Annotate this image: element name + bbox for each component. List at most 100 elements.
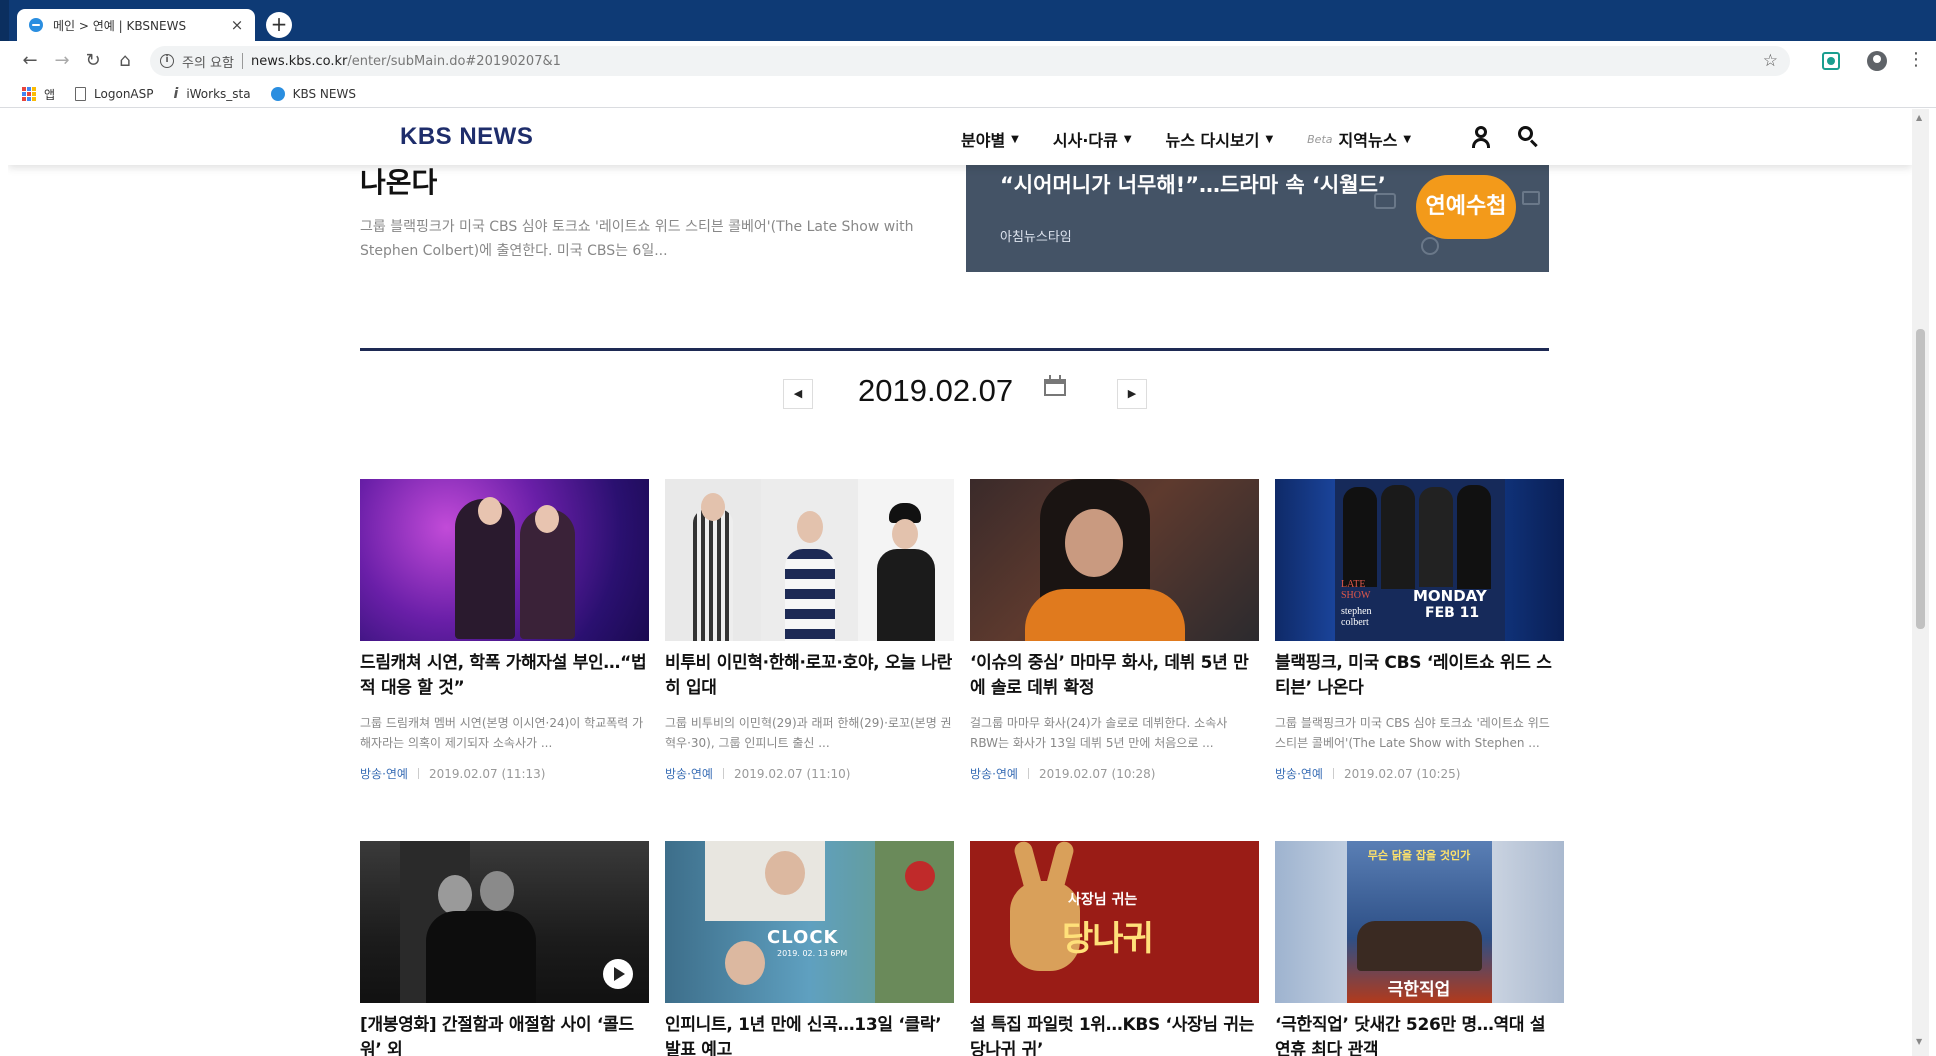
- beta-badge: Beta: [1307, 132, 1333, 146]
- article-thumbnail[interactable]: CLOCK 2019. 02. 13 6PM: [665, 841, 954, 1003]
- date-navigator: ◀ 2019.02.07 ▶: [8, 373, 1912, 439]
- window-edge: [0, 0, 9, 41]
- tab-close-icon[interactable]: ×: [229, 16, 245, 34]
- article-title[interactable]: 비투비 이민혁·한해·로꼬·호야, 오늘 나란히 입대: [665, 651, 954, 701]
- article-thumbnail[interactable]: [665, 479, 954, 641]
- date-text: FEB 11: [1425, 605, 1480, 621]
- article-meta: 방송·연예 2019.02.07 (10:28): [970, 765, 1259, 782]
- user-icon[interactable]: [1471, 126, 1491, 148]
- new-tab-button[interactable]: +: [266, 12, 292, 38]
- scroll-down-icon[interactable]: ▼: [1916, 1037, 1922, 1046]
- clock-date-text: 2019. 02. 13 6PM: [777, 949, 848, 958]
- bookmark-logonasp[interactable]: LogonASP: [75, 87, 154, 101]
- article-time: 2019.02.07 (10:25): [1343, 766, 1461, 781]
- banner-subtitle: 아침뉴스타임: [1000, 230, 1072, 245]
- article-category[interactable]: 방송·연예: [970, 765, 1018, 782]
- site-logo[interactable]: KBS NEWS: [400, 123, 533, 151]
- article-meta: 방송·연예 2019.02.07 (10:25): [1275, 765, 1564, 782]
- meta-divider: [722, 768, 724, 779]
- article-desc: 그룹 드림캐쳐 멤버 시연(본명 이시연·24)이 학교폭력 가해자라는 의혹이…: [360, 716, 644, 750]
- article-card[interactable]: LATE SHOW stephen colbert MONDAY FEB 11 …: [1275, 479, 1564, 782]
- entertainment-banner[interactable]: “시어머니가 너무해!”…드라마 속 ‘시월드’ 아침뉴스타임 연예수첩: [966, 147, 1549, 272]
- next-date-button[interactable]: ▶: [1117, 379, 1147, 409]
- info-icon[interactable]: i: [160, 54, 174, 68]
- nav-item-local-news[interactable]: Beta 지역뉴스 ▼: [1307, 127, 1411, 151]
- bookmark-label: LogonASP: [94, 87, 154, 101]
- tab-title: 메인 > 연예 | KBSNEWS: [53, 18, 187, 33]
- page-viewport: KBS NEWS 분야별 ▼ 시사·다큐 ▼ 뉴스 다시보기 ▼ Beta 지역뉴스 ▼…: [8, 109, 1912, 1056]
- section-divider: [360, 348, 1549, 351]
- profile-avatar-icon[interactable]: [1867, 51, 1887, 71]
- article-title[interactable]: ‘이슈의 중심’ 마마무 화사, 데뷔 5년 만에 솔로 데뷔 확정: [970, 651, 1259, 701]
- article-time: 2019.02.07 (10:28): [1038, 766, 1156, 781]
- bookmark-apps[interactable]: 앱: [22, 86, 55, 103]
- article-card[interactable]: 사장님 귀는 당나귀 설 특집 파일럿 1위…KBS ‘사장님 귀는 당나귀 귀…: [970, 841, 1259, 1056]
- search-icon[interactable]: [1518, 126, 1538, 148]
- calendar-icon[interactable]: [1044, 375, 1066, 397]
- caret-down-icon: ▼: [1123, 133, 1132, 145]
- article-card[interactable]: 드림캐쳐 시연, 학폭 가해자설 부인…“법적 대응 할 것” 그룹 드림캐쳐 …: [360, 479, 649, 782]
- article-title[interactable]: 블랙핑크, 미국 CBS ‘레이트쇼 위드 스티븐’ 나온다: [1275, 651, 1564, 701]
- browser-toolbar: ← → ↻ ⌂ i 주의 요함 news.kbs.co.kr /enter/su…: [0, 41, 1936, 81]
- back-arrow-icon[interactable]: ←: [18, 49, 42, 73]
- article-thumbnail[interactable]: LATE SHOW stephen colbert MONDAY FEB 11: [1275, 479, 1564, 641]
- article-thumbnail[interactable]: [360, 841, 649, 1003]
- scroll-up-icon[interactable]: ▲: [1916, 113, 1922, 122]
- article-card[interactable]: CLOCK 2019. 02. 13 6PM 인피니트, 1년 만에 신곡…13…: [665, 841, 954, 1056]
- forward-arrow-icon[interactable]: →: [50, 49, 74, 73]
- article-category[interactable]: 방송·연예: [1275, 765, 1323, 782]
- article-card[interactable]: 비투비 이민혁·한해·로꼬·호야, 오늘 나란히 입대 그룹 비투비의 이민혁(…: [665, 479, 954, 782]
- play-icon[interactable]: [603, 959, 633, 989]
- security-warning[interactable]: 주의 요함: [182, 52, 234, 71]
- clock-text: CLOCK: [767, 927, 839, 948]
- bookmark-iworks[interactable]: i iWorks_sta: [174, 86, 251, 102]
- article-category[interactable]: 방송·연예: [665, 765, 713, 782]
- vertical-scrollbar[interactable]: ▲ ▼: [1912, 109, 1929, 1056]
- top-article-title[interactable]: 나온다: [360, 161, 437, 201]
- kebab-menu-icon[interactable]: ⋮: [1907, 49, 1925, 70]
- browser-tab[interactable]: 메인 > 연예 | KBSNEWS ×: [17, 9, 255, 41]
- bookmark-kbs-news[interactable]: KBS NEWS: [270, 87, 356, 101]
- article-thumbnail[interactable]: [970, 479, 1259, 641]
- article-time: 2019.02.07 (11:13): [428, 766, 546, 781]
- article-card[interactable]: ‘이슈의 중심’ 마마무 화사, 데뷔 5년 만에 솔로 데뷔 확정 걸그룹 마…: [970, 479, 1259, 782]
- article-title[interactable]: 드림캐쳐 시연, 학폭 가해자설 부인…“법적 대응 할 것”: [360, 651, 649, 701]
- nav-item-replay[interactable]: 뉴스 다시보기 ▼: [1166, 127, 1274, 151]
- extension-icon[interactable]: [1822, 52, 1840, 70]
- home-icon[interactable]: ⌂: [113, 49, 137, 73]
- article-title[interactable]: 설 특집 파일럿 1위…KBS ‘사장님 귀는 당나귀 귀’: [970, 1013, 1259, 1056]
- article-desc: 그룹 블랙핑크가 미국 CBS 심야 토크쇼 '레이트쇼 위드 스티븐 콜베어'…: [1275, 716, 1550, 750]
- page-icon: [75, 87, 87, 101]
- article-time: 2019.02.07 (11:10): [733, 766, 851, 781]
- donkey-title: 당나귀: [1062, 919, 1154, 959]
- article-thumbnail[interactable]: 무슨 닭을 잡을 것인가 극한직업: [1275, 841, 1564, 1003]
- scrollbar-thumb[interactable]: [1916, 329, 1925, 629]
- monitor-icon: [1522, 191, 1540, 205]
- article-title[interactable]: ‘극한직업’ 닷새간 526만 명…역대 설 연휴 최다 관객: [1275, 1013, 1564, 1056]
- nav-item-category[interactable]: 분야별 ▼: [961, 127, 1019, 151]
- bookmarks-bar: 앱 LogonASP i iWorks_sta KBS NEWS: [0, 81, 1936, 108]
- address-divider: [241, 53, 243, 69]
- bookmark-label: KBS NEWS: [292, 87, 356, 101]
- article-card[interactable]: [개봉영화] 간절함과 애절함 사이 ‘콜드 워’ 외: [360, 841, 649, 1056]
- article-thumbnail[interactable]: 사장님 귀는 당나귀: [970, 841, 1259, 1003]
- bookmark-star-icon[interactable]: ☆: [1763, 51, 1778, 71]
- nav-label: 지역뉴스: [1338, 131, 1398, 150]
- article-category[interactable]: 방송·연예: [360, 765, 408, 782]
- movie-title: 극한직업: [1387, 980, 1451, 1000]
- prev-date-button[interactable]: ◀: [783, 379, 813, 409]
- article-title[interactable]: 인피니트, 1년 만에 신곡…13일 ‘클락’ 발표 예고: [665, 1013, 954, 1056]
- article-desc: 걸그룹 마마무 화사(24)가 솔로로 데뷔한다. 소속사 RBW는 화사가 1…: [970, 716, 1228, 750]
- article-thumbnail[interactable]: [360, 479, 649, 641]
- url-path: /enter/subMain.do#20190207&1: [347, 53, 561, 69]
- article-card[interactable]: 무슨 닭을 잡을 것인가 극한직업 ‘극한직업’ 닷새간 526만 명…역대 설…: [1275, 841, 1564, 1056]
- article-title[interactable]: [개봉영화] 간절함과 애절함 사이 ‘콜드 워’ 외: [360, 1013, 649, 1056]
- nav-item-current-affairs[interactable]: 시사·다큐 ▼: [1053, 127, 1132, 151]
- reload-icon[interactable]: ↻: [81, 49, 105, 73]
- stephen-text: stephen colbert: [1341, 606, 1372, 628]
- address-bar[interactable]: i 주의 요함 news.kbs.co.kr /enter/subMain.do…: [150, 46, 1790, 76]
- tab-strip: 메인 > 연예 | KBSNEWS × +: [0, 0, 1936, 41]
- nav-label: 분야별: [961, 131, 1006, 150]
- url-host: news.kbs.co.kr: [250, 53, 348, 69]
- donkey-subtitle: 사장님 귀는: [1068, 892, 1138, 908]
